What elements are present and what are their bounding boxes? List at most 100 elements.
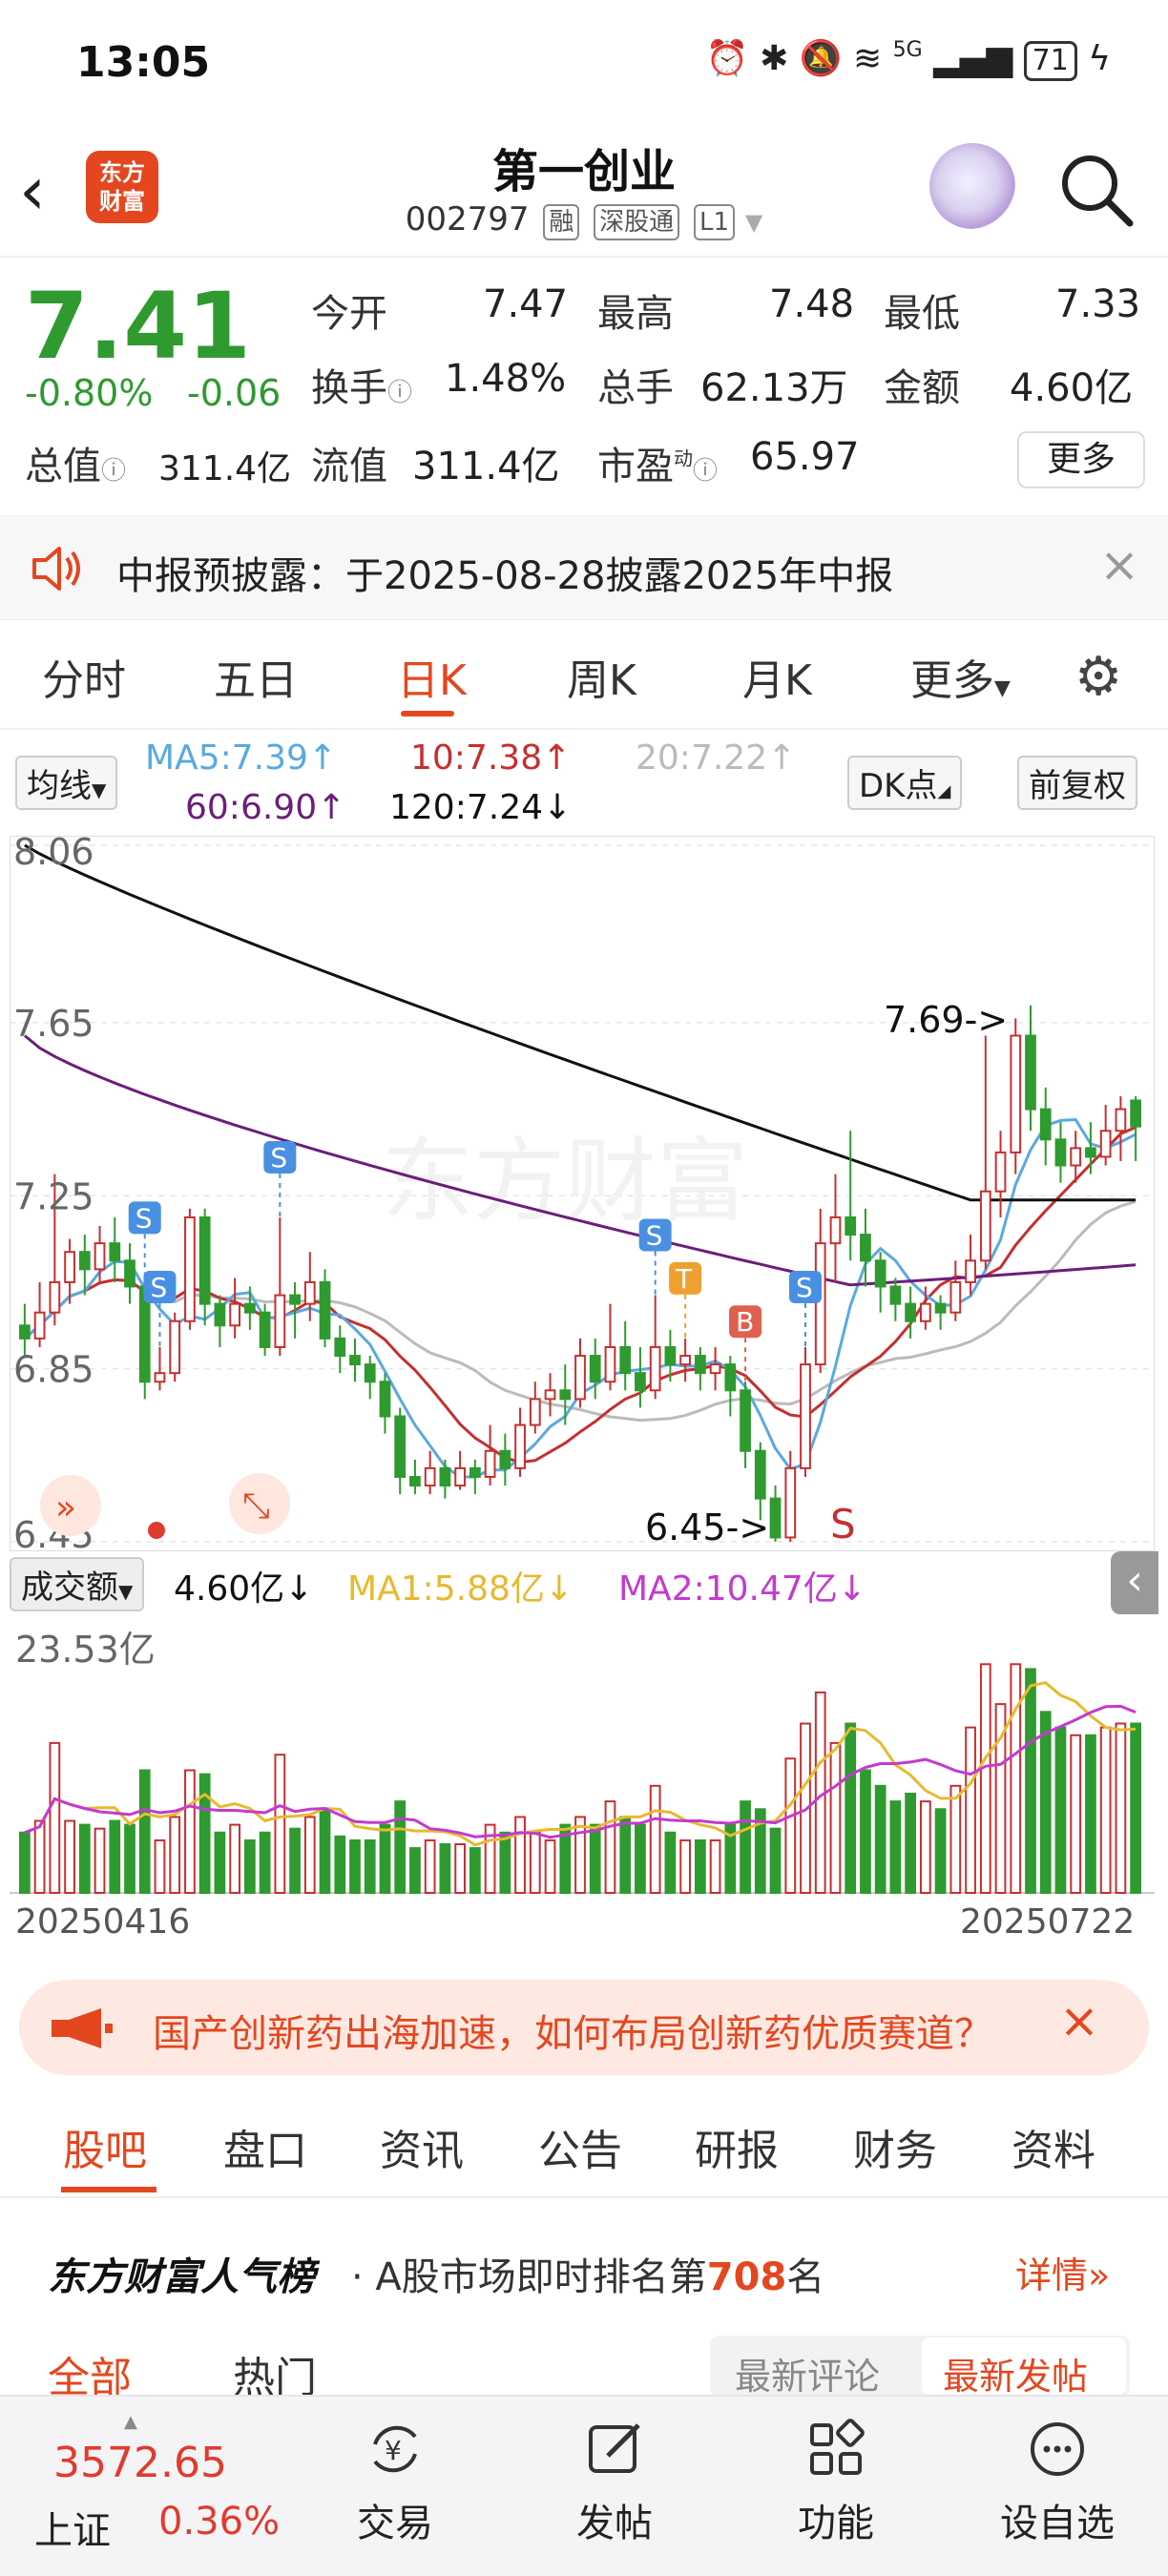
watchlist-label: 设自选 (1000, 2502, 1115, 2545)
candle-up (1115, 1108, 1127, 1132)
more-quote-button[interactable]: 更多 (1017, 431, 1145, 488)
volume-bar-down (379, 1823, 391, 1895)
promo-banner[interactable]: 国产创新药出海加速，如何布局创新药优质赛道？ × (19, 1980, 1149, 2075)
tab-intraday[interactable]: 分时 (42, 646, 126, 707)
info-icon[interactable]: ⓘ (387, 379, 412, 407)
dk-label: DK点 (859, 767, 938, 805)
candle-up (1010, 1034, 1022, 1153)
candle-down (259, 1311, 271, 1348)
tab-finance[interactable]: 财务 (853, 2116, 937, 2177)
yuan-exchange-icon: ¥ (373, 2425, 417, 2473)
candle-down (243, 1302, 256, 1314)
status-time: 13:05 (76, 38, 211, 87)
volume-bar-up (303, 1816, 316, 1894)
candle-up (994, 1151, 1007, 1193)
collapse-panel-button[interactable]: ‹ (1111, 1551, 1158, 1614)
candle-up (1099, 1130, 1112, 1158)
tab-research[interactable]: 研报 (695, 2116, 779, 2177)
price-tick-label: 6.85 (13, 1349, 94, 1391)
candlestick-chart[interactable]: 东方财富 SSSSTBS 8.067.657.256.856.45 7.69->… (10, 836, 1155, 1551)
tab-weekly-k[interactable]: 周K (567, 646, 636, 707)
change-amount: -0.06 (187, 372, 282, 414)
trade-button[interactable]: ¥ 交易 (319, 2416, 471, 2547)
candle-down (845, 1215, 857, 1236)
pe-label: 市盈动ⓘ (597, 435, 718, 490)
ranking-detail-link[interactable]: 详情» (1015, 2246, 1110, 2298)
index-quote[interactable]: ▲ 3572.65 上证 0.36% (19, 2412, 296, 2555)
volume-bar-down (349, 1839, 361, 1894)
mcap-label-text: 总值 (25, 445, 101, 488)
ma120-value: 120:7.24↓ (389, 788, 573, 827)
info-icon[interactable]: ⓘ (693, 457, 718, 486)
volume-bar-down (740, 1800, 751, 1894)
candle-down (1085, 1147, 1096, 1158)
tab-announcements[interactable]: 公告 (538, 2116, 622, 2177)
volume-indicator-select[interactable]: 成交额▼ (10, 1557, 145, 1611)
volume-bar-down (635, 1823, 646, 1895)
sort-latest-post[interactable]: 最新发帖 (943, 2347, 1088, 2399)
detail-label: 详情 (1015, 2254, 1089, 2296)
volume-chart[interactable]: 23.53亿 (10, 1618, 1155, 1895)
candle-down (18, 1324, 31, 1340)
candle-up (679, 1355, 692, 1366)
candle-up (709, 1363, 721, 1375)
volume-bar-down (619, 1816, 632, 1894)
mcap-value: 311.4亿 (158, 449, 292, 488)
tab-five-day[interactable]: 五日 (214, 646, 298, 707)
volume-bar-down (889, 1800, 902, 1894)
tab-orderbook[interactable]: 盘口 (223, 2116, 307, 2177)
signal-label: T (675, 1263, 693, 1295)
volume-bar-up (784, 1757, 797, 1894)
post-button[interactable]: 发帖 (538, 2416, 691, 2547)
mute-icon: 🔕 (799, 39, 843, 78)
candle-up (604, 1345, 616, 1383)
volume-bar-up (274, 1754, 286, 1894)
notice-bar[interactable]: 中报预披露：于2025-08-28披露2025年中报 × (0, 515, 1168, 620)
info-icon[interactable]: ⓘ (101, 457, 126, 486)
index-value: 3572.65 (53, 2439, 227, 2487)
adjust-select[interactable]: 前复权 (1017, 756, 1137, 810)
indicator-select[interactable]: 均线▼ (15, 756, 118, 810)
stock-header: ‹ 东方 财富 第一创业 002797 融 深股通 L1 ▼ (0, 134, 1168, 258)
close-icon[interactable]: × (1099, 537, 1139, 592)
tab-profile[interactable]: 资料 (1012, 2116, 1095, 2177)
tab-more[interactable]: 更多▼ (910, 646, 1011, 707)
date-end: 20250722 (960, 1902, 1136, 1942)
volume-bar-down (1085, 1734, 1096, 1894)
candle-up (784, 1466, 797, 1539)
signal-label: S (150, 1272, 167, 1303)
volume-bar-up (1070, 1734, 1082, 1894)
dk-point-toggle[interactable]: DK点◢ (847, 756, 963, 810)
wifi-icon: ≋ (852, 39, 883, 78)
candle-up (484, 1449, 496, 1478)
candle-down (934, 1302, 947, 1314)
tag-level: L1 (693, 204, 735, 240)
volume-bar-down (394, 1800, 407, 1894)
candle-up (169, 1319, 181, 1375)
candle-down (724, 1363, 737, 1392)
popularity-ranking[interactable]: 东方财富人气榜 · A股市场即时排名第708名 详情» (0, 2213, 1168, 2299)
candle-down (364, 1363, 376, 1383)
search-button[interactable] (1053, 147, 1139, 233)
signal-icon: ▂▄▆ (933, 39, 1013, 78)
close-icon[interactable]: × (1059, 1993, 1099, 2048)
assistant-avatar[interactable] (929, 143, 1015, 229)
tab-daily-k[interactable]: 日K (397, 646, 467, 707)
search-icon (1062, 156, 1134, 227)
volume-bar-up (544, 1839, 556, 1894)
volume-indicator-label: 成交额 (21, 1568, 118, 1607)
volume-label: 总手 (597, 366, 674, 410)
volume-bar-down (664, 1831, 677, 1894)
add-watchlist-button[interactable]: 设自选 (981, 2416, 1134, 2547)
function-button[interactable]: 功能 (760, 2416, 912, 2547)
candle-down (78, 1251, 91, 1271)
tab-monthly-k[interactable]: 月K (742, 646, 812, 707)
tab-news[interactable]: 资讯 (380, 2116, 464, 2177)
settings-gear-icon[interactable]: ⚙ (1074, 646, 1122, 708)
open-value: 7.47 (483, 282, 569, 326)
sort-latest-comment[interactable]: 最新评论 (735, 2347, 880, 2399)
signal-label: B (736, 1306, 754, 1338)
tab-forum[interactable]: 股吧 (63, 2116, 147, 2177)
candle-up (529, 1398, 541, 1426)
ranking-title: 东方财富人气榜 (48, 2255, 315, 2299)
